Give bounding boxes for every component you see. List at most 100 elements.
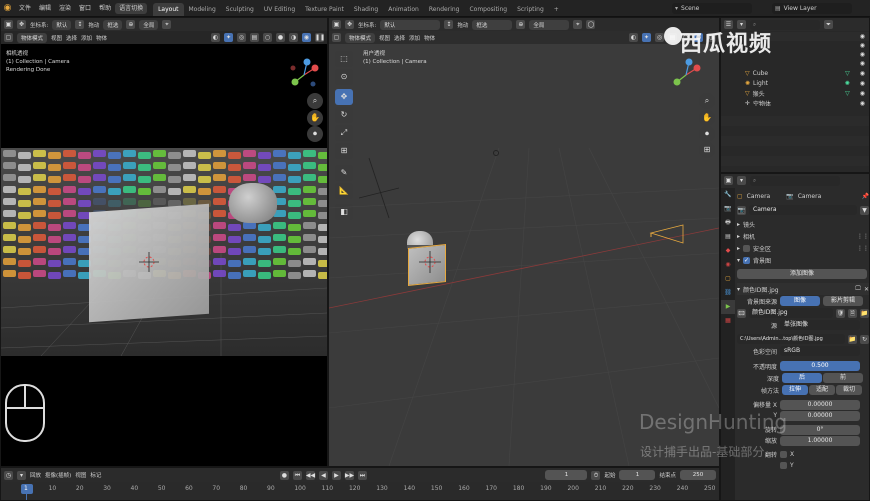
select-mode-dropdown[interactable]: 框选: [472, 19, 513, 30]
camera-view-icon[interactable]: ⏺: [307, 126, 323, 142]
transform-orientation-icon[interactable]: ⊕: [516, 20, 526, 29]
snap-icon[interactable]: ⌖: [162, 20, 172, 29]
fit-crop-button[interactable]: 裁切: [836, 385, 862, 395]
workspace-tab-rendering[interactable]: Rendering: [424, 3, 465, 16]
menu-render[interactable]: 渲染: [55, 0, 75, 17]
list-item[interactable]: ◉: [721, 59, 869, 68]
camera-data-tab-icon[interactable]: ▶: [721, 300, 735, 314]
section-lens[interactable]: ▸ 镜头: [737, 218, 869, 230]
perspective-toggle-icon[interactable]: ⊞: [699, 142, 715, 158]
play-icon[interactable]: ▶: [331, 470, 341, 480]
filepath-input[interactable]: C:\Users\Admin...top\颜色ID图.jpg: [737, 334, 845, 344]
section-background-images[interactable]: ▾ ✓ 背景图: [737, 254, 869, 266]
source-image-button[interactable]: 图像: [780, 296, 820, 306]
scale-field[interactable]: 1.00000: [780, 435, 860, 446]
new-image-icon[interactable]: 🗎: [848, 308, 857, 318]
workspace-tab-layout[interactable]: Layout: [153, 3, 184, 16]
record-icon[interactable]: ●: [279, 470, 289, 480]
colorspace-dropdown[interactable]: sRGB: [780, 346, 860, 356]
add-workspace-icon[interactable]: +: [549, 3, 564, 16]
pan-icon[interactable]: ✋: [699, 110, 715, 126]
menu-window[interactable]: 窗口: [75, 0, 95, 17]
menu-edit[interactable]: 编辑: [35, 0, 55, 17]
offset-x-field[interactable]: 0.00000: [780, 399, 860, 410]
texture-tab-icon[interactable]: ▦: [721, 314, 735, 328]
render-tab-icon[interactable]: 📷: [721, 202, 735, 216]
shading-solid-icon[interactable]: ●: [276, 33, 285, 42]
menu-object[interactable]: 物体: [424, 34, 435, 42]
workspace-tab-animation[interactable]: Animation: [383, 3, 424, 16]
jump-start-icon[interactable]: ⏮: [292, 470, 302, 480]
start-frame-field[interactable]: 1: [619, 470, 656, 480]
properties-search-input[interactable]: ⌕: [750, 175, 840, 186]
overlay-icon[interactable]: ◎: [655, 33, 664, 42]
outliner-item-cube[interactable]: ▽ Cube ▽ ◉: [721, 68, 869, 78]
pin-icon[interactable]: 📌: [862, 193, 869, 200]
object-mode-dropdown[interactable]: 物体模式: [17, 32, 48, 43]
source-movie-button[interactable]: 影片剪辑: [823, 296, 863, 306]
light-object[interactable]: [493, 150, 499, 156]
pause-icon[interactable]: ❚❚: [315, 33, 325, 42]
depth-front-button[interactable]: 前: [823, 373, 863, 383]
menu-select[interactable]: 选择: [66, 34, 77, 42]
world-tab-icon[interactable]: ◉: [721, 258, 735, 272]
main-viewport[interactable]: ▣ ✥ 坐标系: 默认 ↕ 拖动 框选 ⊕ 全局 ⌖ ◯ ▢ 物体模式 视图 选…: [328, 17, 720, 467]
open-image-icon[interactable]: 📁: [860, 308, 869, 318]
navigation-gizmo[interactable]: [667, 56, 705, 94]
workspace-tab-texture-paint[interactable]: Texture Paint: [300, 3, 349, 16]
visibility-eye-icon[interactable]: ◉: [860, 42, 865, 49]
browse-file-icon[interactable]: 📁: [848, 334, 857, 344]
flip-y-checkbox[interactable]: [780, 462, 787, 469]
visibility-eye-icon[interactable]: ◉: [860, 80, 865, 87]
flip-x-checkbox[interactable]: [780, 451, 787, 458]
move-tool-icon[interactable]: ✥: [335, 89, 353, 105]
offset-y-field[interactable]: 0.00000: [780, 410, 860, 421]
gizmo-icon[interactable]: ✦: [642, 33, 651, 42]
image-icon[interactable]: 🖾: [737, 308, 746, 318]
transform-icon[interactable]: ✥: [345, 20, 354, 29]
object-mode-dropdown[interactable]: 物体模式: [345, 32, 376, 43]
editor-type-icon[interactable]: ▣: [4, 20, 13, 29]
workspace-tab-compositing[interactable]: Compositing: [464, 3, 512, 16]
section-camera[interactable]: ▸ 相机 ⋮⋮: [737, 230, 869, 242]
constraints-tab-icon[interactable]: ⛓: [721, 286, 735, 300]
background-image-item[interactable]: ▾ 颜色ID图.jpg 🖵 ✕: [737, 283, 869, 295]
depth-back-button[interactable]: 后: [782, 373, 822, 383]
select-mode-dropdown[interactable]: 框选: [103, 19, 123, 30]
tool-tab-icon[interactable]: 🔧: [721, 188, 735, 202]
current-frame-field[interactable]: 1: [545, 470, 588, 480]
menu-add[interactable]: 添加: [409, 34, 420, 42]
navigation-gizmo[interactable]: [285, 56, 323, 94]
object-tab-icon[interactable]: ▢: [721, 272, 735, 286]
next-key-icon[interactable]: ▶▶: [344, 470, 354, 480]
menu-view[interactable]: 视图: [75, 471, 86, 479]
overlay-icon[interactable]: ◎: [237, 33, 246, 42]
menu-playback[interactable]: 回放: [30, 471, 41, 479]
menu-select[interactable]: 选择: [394, 34, 405, 42]
visibility-eye-icon[interactable]: ◉: [860, 90, 865, 97]
workspace-tab-shading[interactable]: Shading: [349, 3, 383, 16]
section-safe-areas[interactable]: ▸ 安全区 ⋮⋮: [737, 242, 869, 254]
workspace-tab-modeling[interactable]: Modeling: [184, 3, 221, 16]
camera-object[interactable]: [647, 223, 687, 247]
image-shield-icon[interactable]: 🛡: [836, 308, 845, 318]
image-datablock-field[interactable]: 颜色ID图.jpg: [749, 308, 833, 318]
camera-datablock-icon[interactable]: 📷: [737, 205, 746, 215]
snap-icon[interactable]: ⌖: [573, 20, 583, 29]
monkey-object[interactable]: [229, 183, 277, 223]
camera-viewport[interactable]: ▣ ✥ 坐标系: 默认 ↕ 拖动 框选 ⊕ 全局 ⌖ ▢ 物体模式 视图 选择 …: [0, 17, 328, 467]
add-image-button[interactable]: 添加图像: [737, 269, 867, 279]
menu-help[interactable]: 帮助: [95, 0, 115, 17]
safe-areas-checkbox[interactable]: [743, 244, 751, 252]
outliner-item-monkey[interactable]: ▽ 猴头 ▽ ◉: [721, 88, 869, 98]
display-mode-icon[interactable]: ▾: [737, 176, 746, 185]
end-frame-field[interactable]: 250: [680, 470, 716, 480]
editor-type-icon[interactable]: ▣: [332, 20, 341, 29]
drag-handle-icon[interactable]: ⋮⋮: [857, 233, 869, 240]
shading-wire-icon[interactable]: ○: [263, 33, 272, 42]
workspace-tab-scripting[interactable]: Scripting: [512, 3, 549, 16]
visibility-icon[interactable]: ◐: [629, 33, 638, 42]
zoom-icon[interactable]: ⌕: [307, 93, 323, 109]
preview-range-icon[interactable]: ⏱: [591, 470, 601, 480]
zoom-icon[interactable]: ⌕: [699, 93, 715, 109]
